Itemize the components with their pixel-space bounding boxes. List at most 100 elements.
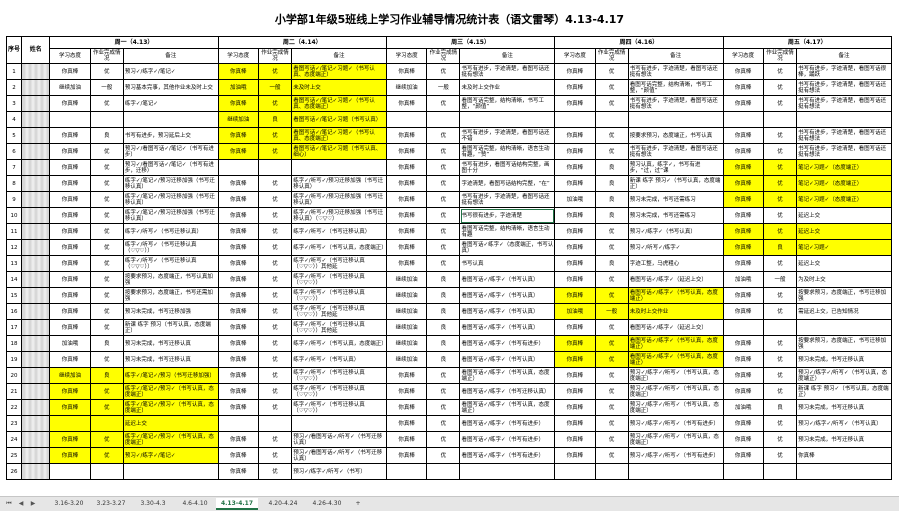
completion-cell[interactable]: 良 (762, 399, 798, 416)
row-number[interactable]: 12 (6, 239, 23, 256)
student-name-redacted[interactable] (21, 415, 51, 432)
student-name-redacted[interactable] (21, 351, 51, 368)
attitude-cell[interactable]: 你真棒 (722, 159, 764, 176)
completion-cell[interactable]: 优 (762, 447, 798, 464)
completion-cell[interactable]: 优 (257, 239, 293, 256)
completion-cell[interactable]: 优 (89, 223, 124, 240)
header-field[interactable]: 学习态度 (217, 48, 259, 64)
completion-cell[interactable]: 优 (762, 303, 798, 320)
completion-cell[interactable]: 优 (89, 383, 124, 400)
completion-cell[interactable] (89, 463, 124, 480)
attitude-cell[interactable]: 你真棒 (49, 383, 91, 400)
completion-cell[interactable]: 优 (257, 255, 293, 272)
completion-cell[interactable]: 优 (594, 223, 629, 240)
attitude-cell[interactable]: 你真棒 (554, 239, 596, 256)
completion-cell[interactable]: 优 (257, 287, 293, 304)
attitude-cell[interactable]: 继续加油 (385, 319, 428, 336)
completion-cell[interactable]: 优 (257, 383, 293, 400)
completion-cell[interactable]: 优 (257, 351, 293, 368)
completion-cell[interactable]: 优 (594, 95, 629, 112)
attitude-cell[interactable]: 你真棒 (49, 287, 91, 304)
header-field[interactable]: 作业完成情况 (257, 48, 293, 64)
attitude-cell[interactable]: 你真棒 (49, 319, 91, 336)
row-number[interactable]: 5 (6, 127, 23, 144)
remark-cell[interactable]: 延迟上交 (796, 255, 892, 272)
attitude-cell[interactable]: 你真棒 (722, 447, 764, 464)
remark-cell[interactable]: 书写很有进步，字迹清楚 (459, 207, 556, 224)
spreadsheet-grid[interactable]: 序号 姓名 周一（4.13） 周二（4.14） 周三（4.15） 周四（4.16） 周五（4… (6, 36, 893, 496)
attitude-cell[interactable]: 你真棒 (554, 63, 596, 80)
sheet-tab[interactable]: 3.16-3.20 (48, 498, 90, 510)
row-number[interactable]: 8 (6, 175, 23, 192)
attitude-cell[interactable]: 加油哦 (217, 79, 259, 96)
remark-cell[interactable]: 预习✓/看图写话✓/听写✓（书写迁移认真） (291, 431, 387, 448)
remark-cell[interactable]: 预习未完成，书写还需练习 (627, 191, 724, 208)
remark-cell[interactable]: 笔记✓习题✓（态度端正） (796, 159, 892, 176)
remark-cell[interactable]: 练字✓/听写✓（书写认真，态度端正） (291, 335, 387, 352)
remark-cell[interactable]: 预习✓/练字✓/听写✓（书写有进步） (627, 415, 724, 432)
remark-cell[interactable]: 练字✓/听写✓（书写迁移认真（♡▽♡））其他延 (291, 255, 387, 272)
completion-cell[interactable]: 优 (257, 303, 293, 320)
completion-cell[interactable]: 优 (89, 399, 124, 416)
sheet-tab[interactable]: 3.30-4.3 (132, 498, 174, 510)
remark-cell[interactable]: 书写有进步，看图写话结构完整，画图十分 (459, 159, 556, 176)
completion-cell[interactable]: 优 (594, 415, 629, 432)
remark-cell[interactable]: 笔记✓习题✓（态度端正） (796, 175, 892, 192)
completion-cell[interactable] (594, 463, 629, 480)
attitude-cell[interactable]: 你真棒 (722, 351, 764, 368)
completion-cell[interactable]: 良 (426, 335, 461, 352)
attitude-cell[interactable]: 你真棒 (385, 159, 428, 176)
remark-cell[interactable]: 书写有进步，字迹清楚，看图写话还挺有想法 (796, 95, 892, 112)
completion-cell[interactable]: 良 (762, 239, 798, 256)
remark-cell[interactable]: 看图写话✓/练字✓（书写认真，态度端正） (459, 399, 556, 416)
student-name-redacted[interactable] (21, 207, 51, 224)
remark-cell[interactable]: 练字✓/听写✓（书写迁移认真（♡▽♡）） (291, 367, 387, 384)
completion-cell[interactable]: 优 (426, 415, 461, 432)
completion-cell[interactable]: 优 (594, 367, 629, 384)
completion-cell[interactable]: 优 (426, 431, 461, 448)
remark-cell[interactable]: 新课 练字 预习✓（书写认真，态度端正） (796, 383, 892, 400)
attitude-cell[interactable]: 你真棒 (49, 447, 91, 464)
remark-cell[interactable] (459, 463, 556, 480)
completion-cell[interactable] (762, 111, 798, 128)
completion-cell[interactable]: 优 (426, 367, 461, 384)
attitude-cell[interactable]: 你真棒 (385, 447, 428, 464)
completion-cell[interactable] (257, 159, 293, 176)
remark-cell[interactable]: 看图写话✓/练字✓（书写有进步） (459, 335, 556, 352)
attitude-cell[interactable]: 继续加油 (49, 79, 91, 96)
row-number[interactable]: 14 (6, 271, 23, 288)
completion-cell[interactable]: 良 (426, 287, 461, 304)
remark-cell[interactable]: 看图写话✓/练字✓（延迟上交） (627, 271, 724, 288)
sheet-tab[interactable]: 4.6-4.10 (174, 498, 216, 510)
completion-cell[interactable]: 优 (594, 63, 629, 80)
attitude-cell[interactable]: 你真棒 (385, 207, 428, 224)
remark-cell[interactable]: 未及时上交作业 (459, 79, 556, 96)
remark-cell[interactable] (122, 463, 219, 480)
row-number[interactable]: 24 (6, 431, 23, 448)
remark-cell[interactable]: 练字✓/听写✓（书写迁移认真（♡▽♡）） (291, 271, 387, 288)
remark-cell[interactable]: 练字✓/笔记✓/预习迁移加强（书写迁移认真） (122, 191, 219, 208)
attitude-cell[interactable] (554, 111, 596, 128)
remark-cell[interactable]: 练字✓/笔记✓/预习迁移加强（书写迁移认真） (122, 175, 219, 192)
completion-cell[interactable]: 优 (762, 127, 798, 144)
attitude-cell[interactable]: 你真棒 (217, 447, 259, 464)
completion-cell[interactable]: 优 (426, 255, 461, 272)
header-field[interactable]: 作业完成情况 (89, 48, 124, 64)
completion-cell[interactable]: 良 (89, 367, 124, 384)
attitude-cell[interactable] (217, 159, 259, 176)
completion-cell[interactable]: 优 (426, 399, 461, 416)
attitude-cell[interactable]: 加油哦 (49, 335, 91, 352)
student-name-redacted[interactable] (21, 63, 51, 80)
remark-cell[interactable]: 预习✓/练字✓/笔记✓ (122, 447, 219, 464)
remark-cell[interactable]: 预习✓/练字✓/听写✓（书写） (291, 463, 387, 480)
header-field[interactable]: 学习态度 (49, 48, 91, 64)
remark-cell[interactable]: 预习未完成，书写迁移认真 (796, 431, 892, 448)
completion-cell[interactable]: 优 (594, 383, 629, 400)
attitude-cell[interactable]: 继续加油 (49, 367, 91, 384)
attitude-cell[interactable]: 你真棒 (554, 447, 596, 464)
attitude-cell[interactable]: 继续加油 (385, 335, 428, 352)
remark-cell[interactable]: 未及时上交作业 (627, 303, 724, 320)
sheet-tab[interactable]: 4.26-4.30 (306, 498, 348, 510)
completion-cell[interactable]: 优 (762, 335, 798, 352)
completion-cell[interactable]: 优 (594, 271, 629, 288)
